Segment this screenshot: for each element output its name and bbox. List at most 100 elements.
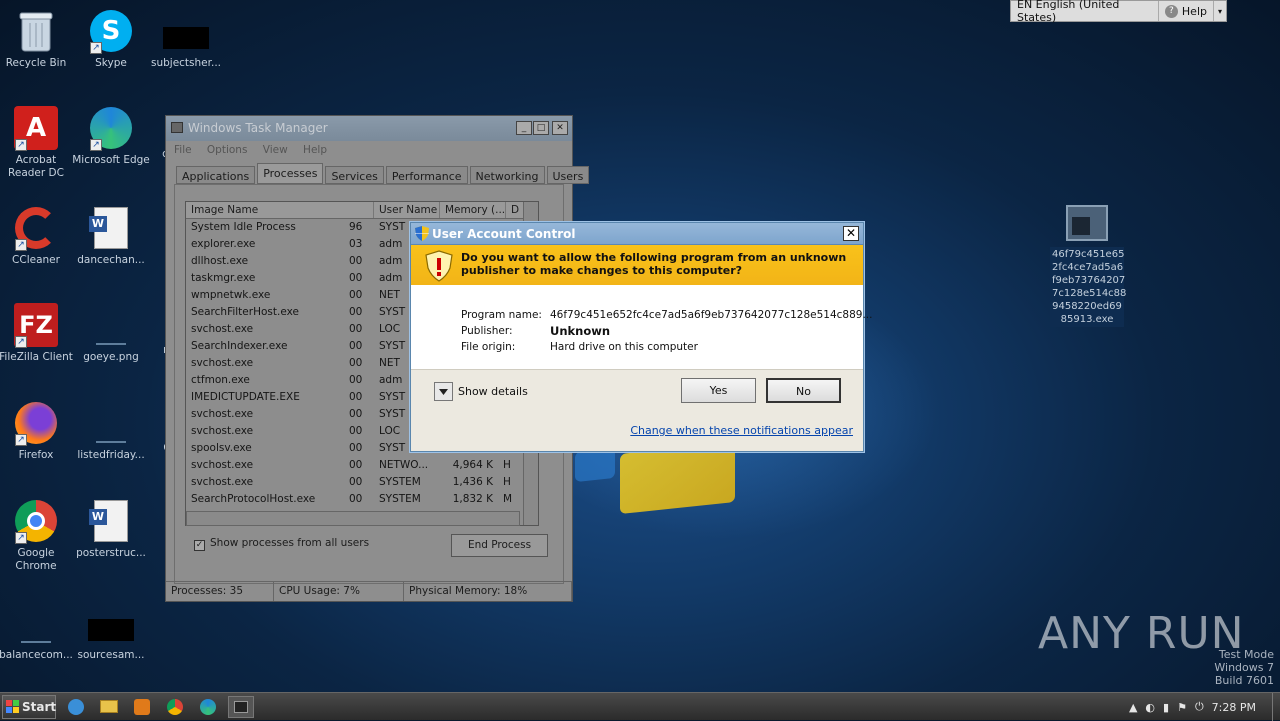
- desktop-icon-balancecom[interactable]: balancecom...: [0, 600, 75, 662]
- filezilla-icon: FZ ↗: [13, 302, 59, 348]
- uac-button-area: Show details Yes No Change when these no…: [411, 369, 863, 451]
- table-row[interactable]: SearchProtocolHost.exe 00 SYSTEM 1,832 K M: [186, 491, 538, 508]
- start-button[interactable]: Start: [2, 694, 56, 719]
- tab-users[interactable]: Users: [546, 166, 590, 184]
- cell-mem: 4,964 K: [452, 459, 493, 471]
- cell-name: dllhost.exe: [191, 255, 249, 267]
- tab-networking[interactable]: Networking: [469, 166, 545, 184]
- uac-details: Program name: 46f79c451e652fc4ce7ad5a6f9e…: [461, 307, 872, 355]
- desktop-icon-acrobat[interactable]: A ↗ Acrobat Reader DC: [0, 105, 75, 180]
- column-user-name[interactable]: User Name: [374, 202, 440, 218]
- menu-options[interactable]: Options: [207, 144, 248, 156]
- word-doc-icon: W: [88, 498, 134, 544]
- process-list-header: Image Name User Name Memory (... D: [186, 202, 538, 219]
- no-button[interactable]: No: [766, 378, 841, 403]
- shield-icon: [415, 226, 429, 244]
- desktop-icon-filezilla[interactable]: FZ ↗ FileZilla Client: [0, 302, 75, 364]
- table-row[interactable]: svchost.exe 00 SYSTEM 1,436 K H: [186, 474, 538, 491]
- icon-label: sourcesam...: [77, 649, 145, 661]
- desktop-icon-exe-file[interactable]: 46f79c451e65 2fc4ce7ad5a6 f9eb73764207 7c12…: [1050, 205, 1126, 327]
- end-process-button[interactable]: End Process: [451, 534, 548, 557]
- cell-pid: 00: [349, 289, 363, 301]
- cell-pid: 00: [349, 459, 363, 471]
- clock[interactable]: 7:28 PM: [1212, 701, 1256, 714]
- status-processes: Processes: 35: [166, 582, 274, 601]
- yes-button[interactable]: Yes: [681, 378, 756, 403]
- taskbar-ie-icon[interactable]: [63, 696, 89, 718]
- close-button[interactable]: ✕: [552, 121, 568, 135]
- task-manager-tabs: Applications Processes Services Performa…: [176, 163, 591, 186]
- icon-label: Google Chrome: [15, 547, 57, 572]
- maximize-button[interactable]: □: [533, 121, 549, 135]
- tab-performance[interactable]: Performance: [385, 166, 468, 184]
- show-all-processes-checkbox[interactable]: ✓ Show processes from all users: [194, 537, 369, 551]
- taskbar-edge-icon[interactable]: [195, 696, 221, 718]
- desktop-icon-sourcesam[interactable]: sourcesam...: [72, 600, 150, 662]
- chrome-icon: ↗: [13, 498, 59, 544]
- icon-label: balancecom...: [0, 649, 73, 661]
- menu-view[interactable]: View: [263, 144, 288, 156]
- volume-icon[interactable]: ◐: [1145, 701, 1155, 714]
- langbar-options-button[interactable]: ▾: [1214, 1, 1226, 21]
- cell-pid: 00: [349, 476, 363, 488]
- skype-icon: S ↗: [88, 8, 134, 54]
- cell-pid: 00: [349, 340, 363, 352]
- language-selector[interactable]: EN English (United States): [1011, 0, 1159, 24]
- chevron-down-icon: [434, 382, 453, 401]
- horizontal-scrollbar[interactable]: [186, 511, 520, 526]
- taskbar-media-player-icon[interactable]: [129, 696, 155, 718]
- tab-applications[interactable]: Applications: [176, 166, 256, 184]
- desktop-icon-skype[interactable]: S ↗ Skype: [72, 8, 150, 70]
- status-memory: Physical Memory: 18%: [404, 582, 572, 601]
- taskbar-task-manager-icon[interactable]: [228, 695, 254, 718]
- cell-name: SearchFilterHost.exe: [191, 306, 299, 318]
- blank-file-icon: [88, 400, 134, 446]
- cell-name: spoolsv.exe: [191, 442, 252, 454]
- show-desktop-button[interactable]: [1272, 693, 1280, 721]
- cell-pid: 96: [349, 221, 363, 233]
- desktop-icon-ccleaner[interactable]: ↗ CCleaner: [0, 205, 75, 267]
- word-doc-icon: W: [88, 205, 134, 251]
- acrobat-icon: A ↗: [13, 105, 59, 151]
- wallpaper-logo-blue: [575, 447, 615, 483]
- show-details-toggle[interactable]: Show details: [434, 382, 528, 401]
- taskbar-chrome-icon[interactable]: [162, 696, 188, 718]
- uac-titlebar[interactable]: User Account Control ✕: [411, 223, 863, 245]
- power-icon[interactable]: ⏻: [1195, 700, 1204, 714]
- menu-file[interactable]: File: [174, 144, 192, 156]
- cell-name: taskmgr.exe: [191, 272, 256, 284]
- tab-services[interactable]: Services: [325, 166, 384, 184]
- desktop-icon-chrome[interactable]: ↗ Google Chrome: [0, 498, 75, 573]
- cell-user: SYSTEM: [379, 493, 421, 505]
- table-row[interactable]: svchost.exe 00 NETWO... 4,964 K H: [186, 457, 538, 474]
- blank-file-icon: [13, 600, 59, 646]
- desktop-icon-subjectsher[interactable]: subjectsher...: [147, 8, 225, 70]
- checkbox-checked-icon: ✓: [194, 540, 205, 551]
- cell-name: wmpnetwk.exe: [191, 289, 271, 301]
- minimize-button[interactable]: _: [516, 121, 532, 135]
- task-manager-titlebar[interactable]: Windows Task Manager _ □ ✕: [166, 116, 572, 141]
- publisher-label: Publisher:: [461, 325, 513, 337]
- cell-name: svchost.exe: [191, 476, 254, 488]
- show-hidden-icons-icon[interactable]: ▲: [1129, 701, 1137, 714]
- cell-name: svchost.exe: [191, 408, 254, 420]
- tab-processes[interactable]: Processes: [257, 163, 324, 184]
- help-icon: ?: [1164, 4, 1178, 18]
- uac-title: User Account Control: [432, 227, 576, 241]
- desktop-icon-recycle-bin[interactable]: Recycle Bin: [0, 8, 75, 70]
- column-image-name[interactable]: Image Name: [186, 202, 374, 218]
- desktop-icon-posterstruc[interactable]: W posterstruc...: [72, 498, 150, 560]
- menu-help[interactable]: Help: [303, 144, 327, 156]
- help-button[interactable]: ? Help: [1159, 1, 1214, 21]
- column-memory[interactable]: Memory (...: [440, 202, 506, 218]
- taskbar-explorer-icon[interactable]: [96, 696, 122, 718]
- desktop-icon-firefox[interactable]: ↗ Firefox: [0, 400, 75, 462]
- change-notifications-link[interactable]: Change when these notifications appear: [630, 424, 853, 437]
- task-manager-app-icon: [171, 122, 183, 133]
- checkbox-label: Show processes from all users: [210, 537, 370, 549]
- status-cpu: CPU Usage: 7%: [274, 582, 404, 601]
- icon-label: CCleaner: [12, 254, 60, 266]
- network-icon[interactable]: ▮: [1163, 701, 1169, 714]
- flag-icon[interactable]: ⚑: [1177, 701, 1187, 714]
- uac-close-button[interactable]: ✕: [843, 226, 859, 241]
